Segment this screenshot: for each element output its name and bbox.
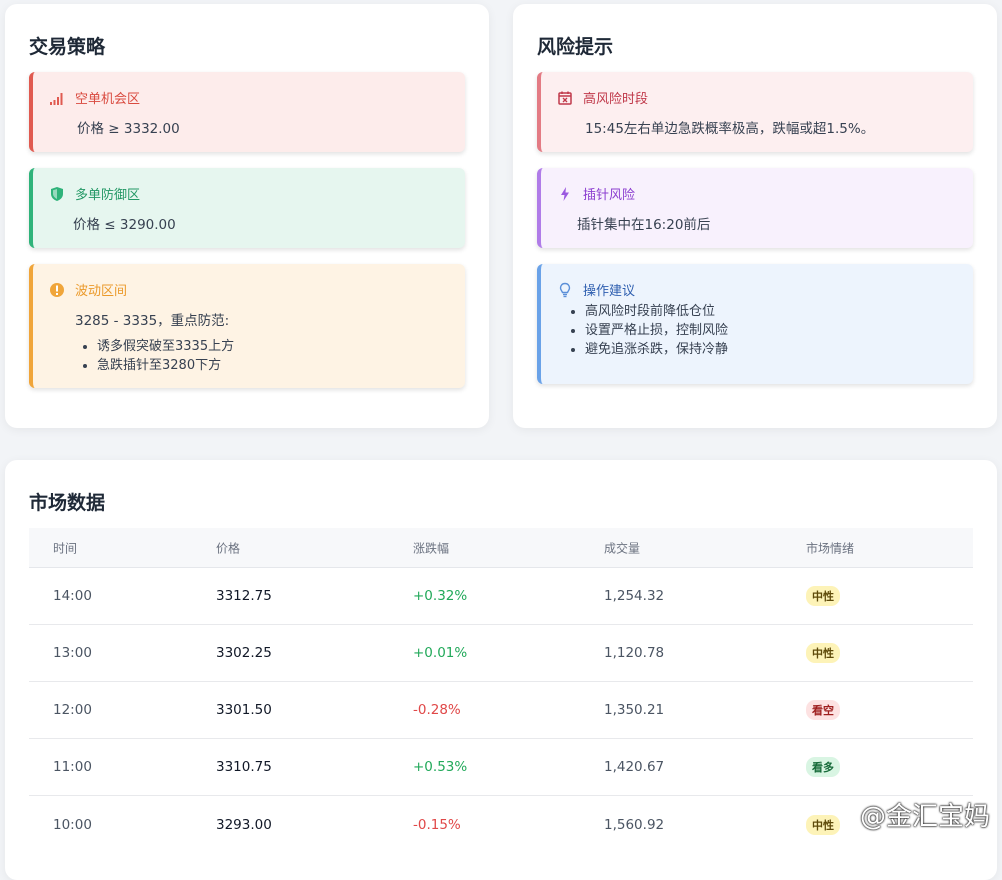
table-row: 11:00 3310.75 +0.53% 1,420.67 看多 bbox=[29, 739, 973, 796]
header-sentiment: 市场情绪 bbox=[806, 539, 854, 556]
range-zone-list: 诱多假突破至3335上方 急跌插针至3280下方 bbox=[75, 337, 234, 375]
cell-time: 12:00 bbox=[53, 702, 92, 718]
table-row: 10:00 3293.00 -0.15% 1,560.92 中性 bbox=[29, 796, 973, 853]
lightbulb-icon bbox=[557, 282, 573, 298]
cell-price: 3310.75 bbox=[216, 759, 272, 775]
cell-volume: 1,254.32 bbox=[604, 588, 664, 604]
header-price: 价格 bbox=[216, 539, 240, 556]
advice-card: 操作建议 高风险时段前降低仓位 设置严格止损，控制风险 避免追涨杀跌，保持冷静 bbox=[537, 264, 973, 384]
spike-risk-text: 插针集中在16:20前后 bbox=[577, 213, 710, 233]
cell-price: 3301.50 bbox=[216, 702, 272, 718]
cell-change: +0.01% bbox=[413, 645, 467, 661]
long-zone-title: 多单防御区 bbox=[75, 184, 140, 203]
market-data-panel: 市场数据 时间 价格 涨跌幅 成交量 市场情绪 14:00 3312.75 +0… bbox=[5, 460, 997, 880]
sentiment-badge: 中性 bbox=[806, 586, 840, 606]
cell-sentiment: 中性 bbox=[806, 643, 840, 663]
cell-sentiment: 中性 bbox=[806, 586, 840, 606]
cell-volume: 1,420.67 bbox=[604, 759, 664, 775]
range-zone-title: 波动区间 bbox=[75, 280, 127, 299]
long-zone-card: 多单防御区 价格 ≤ 3290.00 bbox=[29, 168, 465, 248]
list-item: 避免追涨杀跌，保持冷静 bbox=[585, 340, 728, 359]
cell-time: 13:00 bbox=[53, 645, 92, 661]
cell-volume: 1,350.21 bbox=[604, 702, 664, 718]
alert-circle-icon bbox=[49, 282, 65, 298]
cell-change: -0.28% bbox=[413, 702, 461, 718]
cell-sentiment: 中性 bbox=[806, 815, 840, 835]
cell-price: 3302.25 bbox=[216, 645, 272, 661]
short-zone-title: 空单机会区 bbox=[75, 88, 140, 107]
cell-time: 14:00 bbox=[53, 588, 92, 604]
cell-volume: 1,120.78 bbox=[604, 645, 664, 661]
high-risk-title: 高风险时段 bbox=[583, 88, 648, 107]
range-zone-card: 波动区间 3285 - 3335，重点防范: 诱多假突破至3335上方 急跌插针… bbox=[29, 264, 465, 388]
table-row: 13:00 3302.25 +0.01% 1,120.78 中性 bbox=[29, 625, 973, 682]
advice-list: 高风险时段前降低仓位 设置严格止损，控制风险 避免追涨杀跌，保持冷静 bbox=[563, 302, 728, 359]
sentiment-badge: 中性 bbox=[806, 643, 840, 663]
sentiment-badge: 中性 bbox=[806, 815, 840, 835]
cell-time: 11:00 bbox=[53, 759, 92, 775]
header-time: 时间 bbox=[53, 539, 77, 556]
market-title: 市场数据 bbox=[29, 488, 105, 515]
trading-strategy-panel: 交易策略 空单机会区 价格 ≥ 3332.00 多单防御区 价格 ≤ 3290.… bbox=[5, 4, 489, 428]
sentiment-badge: 看多 bbox=[806, 757, 840, 777]
cell-change: +0.32% bbox=[413, 588, 467, 604]
header-volume: 成交量 bbox=[604, 539, 640, 556]
list-item: 高风险时段前降低仓位 bbox=[585, 302, 728, 321]
list-item: 设置严格止损，控制风险 bbox=[585, 321, 728, 340]
cell-sentiment: 看多 bbox=[806, 757, 840, 777]
high-risk-card: 高风险时段 15:45左右单边急跌概率极高，跌幅或超1.5%。 bbox=[537, 72, 973, 152]
cell-time: 10:00 bbox=[53, 817, 92, 833]
table-row: 14:00 3312.75 +0.32% 1,254.32 中性 bbox=[29, 568, 973, 625]
short-zone-card: 空单机会区 价格 ≥ 3332.00 bbox=[29, 72, 465, 152]
high-risk-text: 15:45左右单边急跌概率极高，跌幅或超1.5%。 bbox=[585, 117, 874, 137]
cell-change: +0.53% bbox=[413, 759, 467, 775]
spike-risk-title: 插针风险 bbox=[583, 184, 635, 203]
risk-title: 风险提示 bbox=[537, 32, 613, 59]
sentiment-badge: 看空 bbox=[806, 700, 840, 720]
shield-icon bbox=[49, 186, 65, 202]
advice-body: 高风险时段前降低仓位 设置严格止损，控制风险 避免追涨杀跌，保持冷静 bbox=[563, 302, 728, 359]
lightning-icon bbox=[557, 186, 573, 202]
cell-volume: 1,560.92 bbox=[604, 817, 664, 833]
short-zone-text: 价格 ≥ 3332.00 bbox=[77, 117, 180, 137]
cell-change: -0.15% bbox=[413, 817, 461, 833]
table-row: 12:00 3301.50 -0.28% 1,350.21 看空 bbox=[29, 682, 973, 739]
market-table: 时间 价格 涨跌幅 成交量 市场情绪 14:00 3312.75 +0.32% … bbox=[29, 528, 973, 853]
list-item: 急跌插针至3280下方 bbox=[97, 356, 234, 375]
calendar-x-icon bbox=[557, 90, 573, 106]
spike-risk-card: 插针风险 插针集中在16:20前后 bbox=[537, 168, 973, 248]
advice-title: 操作建议 bbox=[583, 280, 635, 299]
cell-price: 3293.00 bbox=[216, 817, 272, 833]
range-zone-body: 3285 - 3335，重点防范: 诱多假突破至3335上方 急跌插针至3280… bbox=[75, 309, 234, 375]
header-change: 涨跌幅 bbox=[413, 539, 449, 556]
range-zone-text: 3285 - 3335，重点防范: bbox=[75, 309, 234, 329]
cell-sentiment: 看空 bbox=[806, 700, 840, 720]
risk-warning-panel: 风险提示 高风险时段 15:45左右单边急跌概率极高，跌幅或超1.5%。 插针风… bbox=[513, 4, 997, 428]
cell-price: 3312.75 bbox=[216, 588, 272, 604]
strategy-title: 交易策略 bbox=[29, 32, 105, 59]
watermark: @金汇宝妈 bbox=[860, 796, 990, 833]
long-zone-text: 价格 ≤ 3290.00 bbox=[73, 213, 176, 233]
list-item: 诱多假突破至3335上方 bbox=[97, 337, 234, 356]
signal-bars-icon bbox=[49, 90, 65, 106]
table-header: 时间 价格 涨跌幅 成交量 市场情绪 bbox=[29, 528, 973, 568]
